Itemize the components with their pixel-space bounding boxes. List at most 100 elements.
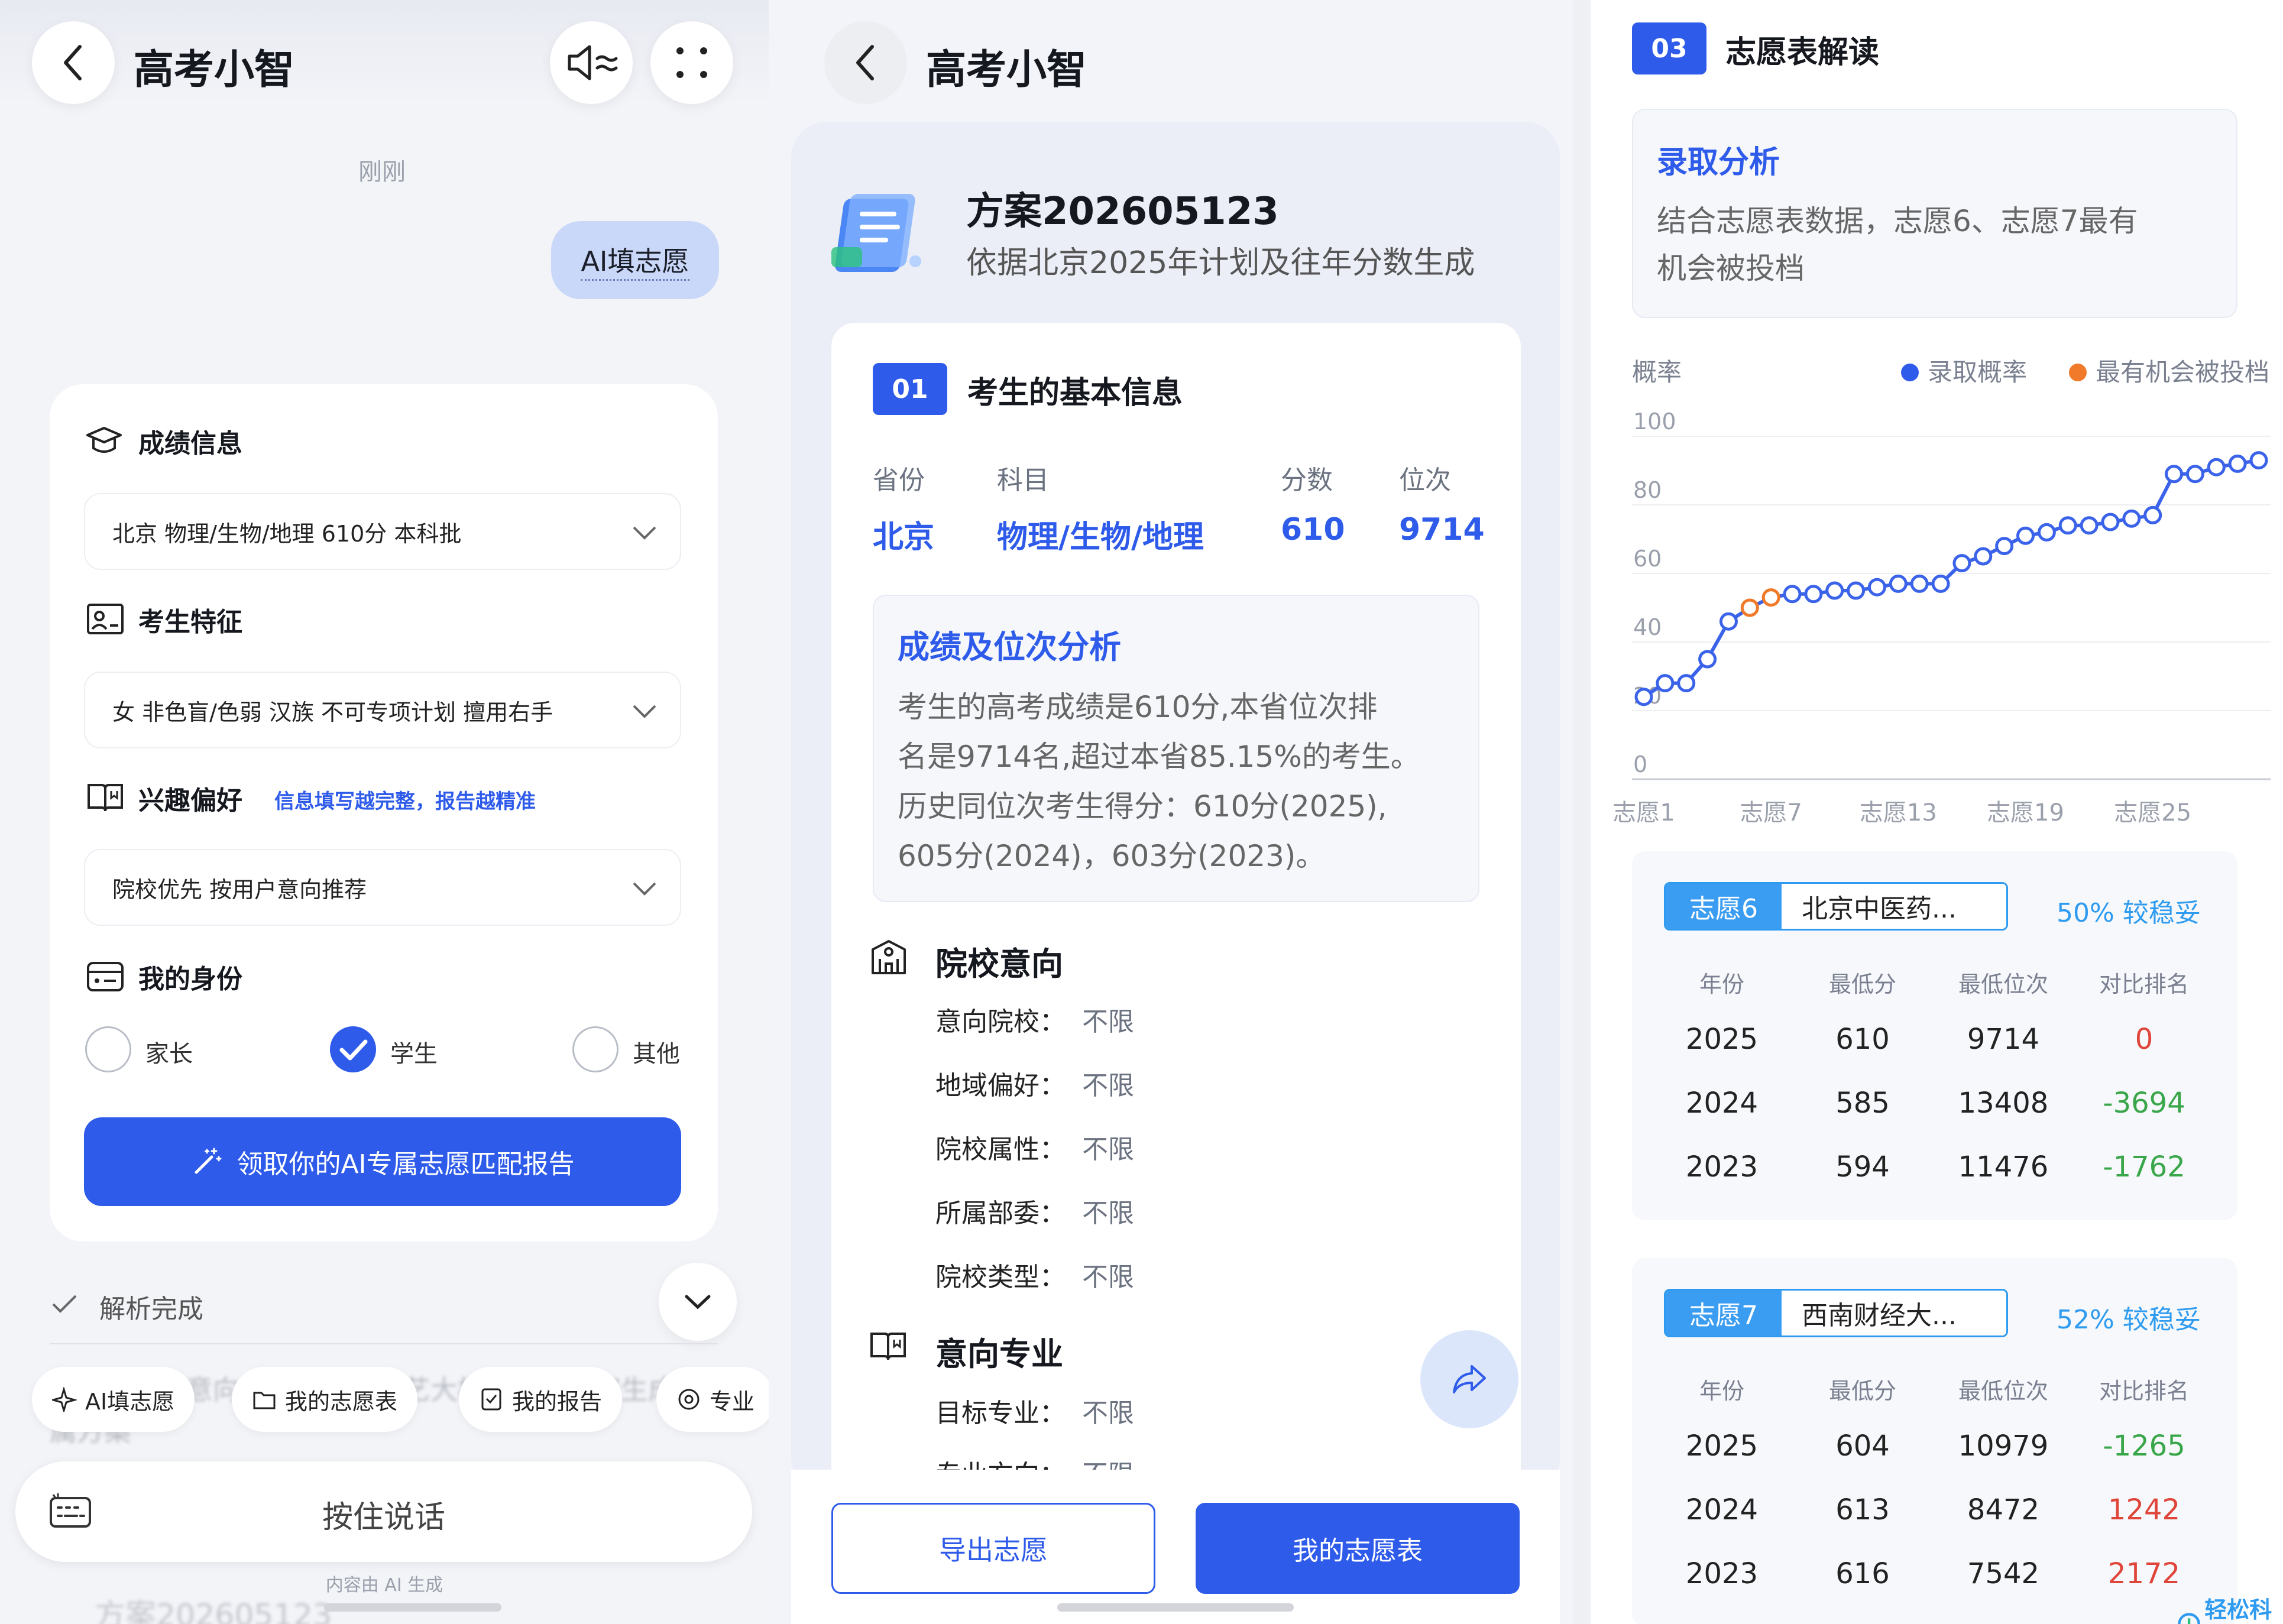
choice-school: 北京中医药... [1782, 884, 2006, 929]
label-score: 分数 [1281, 465, 1333, 495]
choice-tag[interactable]: 志愿6 北京中医药... [1664, 882, 2008, 931]
interpretation-title: 志愿表解读 [1725, 35, 1880, 70]
voice-input-bar[interactable]: 按住说话 [15, 1461, 752, 1562]
radio-parent-label: 家长 [145, 1040, 193, 1068]
data-point[interactable] [1804, 585, 1823, 604]
user-message-bubble[interactable]: AI填志愿 [551, 221, 719, 299]
data-point[interactable] [2058, 516, 2077, 535]
data-point[interactable] [1634, 688, 1653, 706]
data-point[interactable] [1889, 574, 1908, 593]
feature-section-title: 考生特征 [138, 607, 242, 637]
intent-key: 院校类型： [935, 1262, 1066, 1292]
intent-value: 不限 [1082, 1198, 1134, 1228]
data-point[interactable] [1719, 612, 1738, 631]
choice-probability: 52% 较稳妥 [2057, 1305, 2201, 1335]
radio-student[interactable] [330, 1026, 376, 1072]
intent-value: 不限 [1082, 1007, 1134, 1037]
data-point[interactable] [2165, 465, 2184, 484]
data-point[interactable] [2037, 523, 2056, 542]
data-point[interactable] [1952, 554, 1971, 573]
score-analysis-box: 成绩及位次分析 考生的高考成绩是610分,本省位次排 名是9714名,超过本省8… [873, 595, 1479, 902]
data-point[interactable] [2080, 516, 2099, 535]
legend-label: 最有机会被投档 [2096, 358, 2269, 387]
intent-value: 不限 [1082, 1071, 1134, 1101]
share-button[interactable] [1420, 1330, 1518, 1428]
chevron-left-icon [856, 45, 874, 80]
score-select[interactable]: 北京 物理/生物/地理 610分 本科批 [84, 493, 681, 570]
data-point[interactable] [1931, 574, 1950, 593]
choice-tag[interactable]: 志愿7 西南财经大... [1664, 1289, 2008, 1337]
back-button[interactable] [32, 21, 115, 104]
chip-major[interactable]: 专业 [656, 1367, 769, 1432]
table-header: 最低分 [1828, 971, 1896, 997]
data-point[interactable] [2228, 454, 2247, 473]
data-point[interactable] [2016, 526, 2035, 545]
highlight-point[interactable] [1761, 588, 1780, 607]
analysis-line: 名是9714名,超过本省85.15%的考生。 [898, 740, 1420, 774]
y-tick-label: 80 [1633, 477, 1662, 503]
home-indicator [324, 1603, 501, 1612]
data-point[interactable] [1698, 650, 1717, 669]
data-point[interactable] [1677, 674, 1696, 693]
my-table-label: 我的志愿表 [1293, 1536, 1423, 1566]
radio-other[interactable] [572, 1026, 618, 1072]
data-point[interactable] [1995, 537, 2014, 556]
choice-school: 西南财经大... [1782, 1291, 2006, 1335]
table-cell: 2025 [1685, 1023, 1759, 1056]
table-cell: 9714 [1967, 1023, 2040, 1056]
voice-mode-button[interactable] [550, 21, 633, 104]
major-value: 不限 [1082, 1398, 1134, 1428]
radio-student-label: 学生 [390, 1040, 438, 1068]
export-button[interactable]: 导出志愿 [831, 1503, 1155, 1594]
data-point[interactable] [1847, 581, 1866, 600]
get-report-button[interactable]: 领取你的AI专属志愿匹配报告 [84, 1117, 681, 1206]
more-menu-button[interactable] [650, 21, 733, 104]
radio-other-label: 其他 [633, 1040, 680, 1068]
chip-my-table[interactable]: 我的志愿表 [232, 1367, 418, 1432]
chip-label: 我的志愿表 [285, 1388, 398, 1415]
back-button[interactable] [824, 21, 907, 104]
share-icon [1453, 1365, 1486, 1393]
analysis-line: 考生的高考成绩是610分,本省位次排 [898, 690, 1378, 724]
admission-title: 录取分析 [1657, 145, 1780, 180]
table-header: 年份 [1699, 1378, 1744, 1404]
info-form-card: 成绩信息 北京 物理/生物/地理 610分 本科批 考生特征 女 非色盲/色弱 … [50, 384, 718, 1241]
chat-panel: 高考小智 刚刚 AI填志愿 成绩信息 北京 物理/生物/地理 610分 本科批 … [0, 0, 769, 1624]
report-icon [481, 1388, 501, 1411]
radio-parent[interactable] [85, 1026, 131, 1072]
my-table-button[interactable]: 我的志愿表 [1196, 1503, 1520, 1594]
feature-select-value: 女 非色盲/色弱 汉族 不可专项计划 擅用右手 [112, 699, 553, 725]
home-indicator [1057, 1603, 1294, 1612]
data-point[interactable] [1867, 578, 1886, 597]
data-point[interactable] [1974, 547, 1993, 566]
data-point[interactable] [2143, 505, 2162, 524]
id-card-icon [87, 604, 124, 634]
table-header: 最低位次 [1958, 971, 2048, 997]
x-tick-label: 志愿1 [1612, 799, 1675, 826]
table-cell: 613 [1835, 1493, 1890, 1526]
label-rank: 位次 [1399, 465, 1451, 495]
scroll-down-button[interactable] [659, 1263, 737, 1341]
data-point[interactable] [1783, 585, 1802, 604]
data-point[interactable] [1825, 581, 1844, 600]
data-point[interactable] [2101, 513, 2120, 531]
data-point[interactable] [1656, 674, 1675, 693]
feature-select[interactable]: 女 非色盲/色弱 汉族 不可专项计划 擅用右手 [84, 672, 681, 748]
intent-key: 院校属性： [935, 1134, 1066, 1165]
data-point[interactable] [2122, 509, 2141, 528]
data-point[interactable] [2207, 458, 2226, 476]
chip-ai-fill[interactable]: AI填志愿 [32, 1367, 195, 1432]
table-cell: 594 [1835, 1150, 1890, 1184]
data-point[interactable] [1910, 574, 1929, 593]
legend-label: 录取概率 [1928, 358, 2027, 387]
folder-icon [253, 1392, 276, 1409]
interest-select[interactable]: 院校优先 按用户意向推荐 [84, 849, 681, 926]
highlight-point[interactable] [1740, 598, 1759, 617]
table-cell: 585 [1835, 1087, 1890, 1120]
basic-info-title: 考生的基本信息 [967, 375, 1183, 411]
watermark-logo: 轻松科技 [2177, 1591, 2283, 1624]
chip-my-report[interactable]: 我的报告 [459, 1367, 623, 1432]
data-point[interactable] [2185, 465, 2204, 484]
chevron-down-icon [633, 705, 656, 718]
data-point[interactable] [2249, 451, 2268, 470]
